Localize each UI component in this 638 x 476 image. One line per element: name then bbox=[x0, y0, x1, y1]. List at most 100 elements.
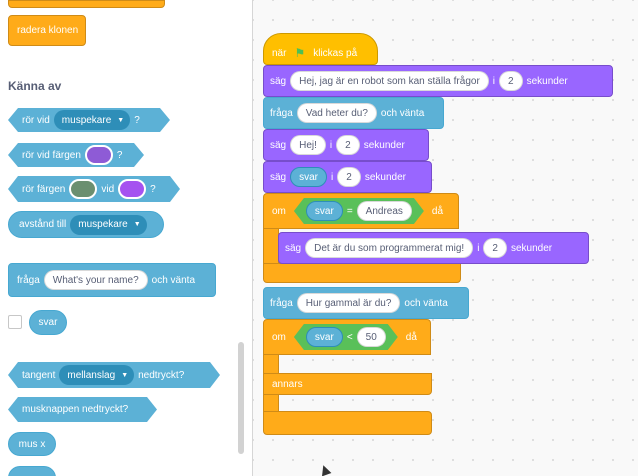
else-bar: annars bbox=[263, 373, 432, 395]
if-block-1[interactable]: om svar = Andreas då bbox=[263, 193, 459, 229]
distance-label: avstånd till bbox=[19, 219, 67, 230]
say-unit: sekunder bbox=[363, 139, 405, 151]
say-label: säg bbox=[270, 171, 287, 183]
if-else-arm-1 bbox=[263, 354, 279, 374]
color-picker-swatch-2[interactable] bbox=[118, 179, 146, 199]
hat-label-pre: när bbox=[272, 47, 287, 59]
question-mark: ? bbox=[116, 149, 123, 161]
say-for-secs-block-3[interactable]: säg svar i 2 sekunder bbox=[263, 161, 432, 193]
key-label: tangent bbox=[22, 369, 56, 381]
question-mark: ? bbox=[150, 183, 156, 195]
then-label: då bbox=[431, 205, 444, 217]
ask-label: fråga bbox=[270, 297, 293, 309]
mouse-down-label: musknappen nedtryckt? bbox=[22, 404, 129, 415]
color-touching-mid: vid bbox=[101, 183, 115, 195]
hat-label-post: klickas på bbox=[313, 47, 358, 59]
key-pressed-block[interactable]: tangent mellanslag ▼ nedtryckt? bbox=[8, 362, 220, 388]
chevron-down-icon: ▼ bbox=[117, 116, 125, 124]
say-label: säg bbox=[270, 75, 287, 87]
touching-object-dropdown[interactable]: muspekare ▼ bbox=[54, 110, 130, 130]
mouse-down-block[interactable]: musknappen nedtryckt? bbox=[8, 397, 157, 422]
distance-to-block[interactable]: avstånd till muspekare ▼ bbox=[8, 211, 164, 238]
if-label: om bbox=[272, 205, 286, 217]
chevron-down-icon: ▼ bbox=[133, 221, 141, 228]
color-picker-swatch-1[interactable] bbox=[69, 179, 97, 199]
equals-operator[interactable]: svar = Andreas bbox=[294, 198, 424, 224]
dropdown-value: muspekare bbox=[78, 219, 128, 230]
ask-text-input[interactable]: Hur gammal är du? bbox=[296, 293, 401, 313]
say-text-input[interactable]: Hej! bbox=[290, 135, 326, 155]
mouse-y-reporter-partial[interactable] bbox=[8, 466, 56, 476]
touching-color-block[interactable]: rör vid färgen ? bbox=[8, 143, 144, 167]
ask-label: fråga bbox=[17, 274, 40, 286]
compare-value-input[interactable]: 50 bbox=[357, 327, 386, 347]
say-for-secs-block-1[interactable]: säg Hej, jag är en robot som kan ställa … bbox=[263, 65, 613, 97]
palette-scrollbar[interactable] bbox=[238, 342, 244, 454]
say-i: i bbox=[329, 139, 333, 151]
ask-suffix: och vänta bbox=[404, 297, 448, 309]
say-secs-input[interactable]: 2 bbox=[336, 135, 360, 155]
mouse-x-label: mus x bbox=[18, 438, 46, 450]
say-for-secs-block-2[interactable]: säg Hej! i 2 sekunder bbox=[263, 129, 429, 161]
say-text-input[interactable]: Hej, jag är en robot som kan ställa fråg… bbox=[290, 71, 489, 91]
answer-reporter[interactable]: svar bbox=[306, 201, 343, 221]
say-secs-input[interactable]: 2 bbox=[483, 238, 507, 258]
if-else-foot bbox=[263, 411, 432, 435]
delete-clone-label: radera klonen bbox=[17, 25, 79, 36]
say-i: i bbox=[477, 242, 480, 254]
operator-symbol: = bbox=[346, 205, 353, 217]
say-text-input[interactable]: Det är du som programmerat mig! bbox=[305, 238, 474, 258]
say-label: säg bbox=[285, 242, 302, 254]
answer-monitor-checkbox[interactable] bbox=[8, 315, 22, 329]
less-than-operator[interactable]: svar < 50 bbox=[294, 324, 398, 350]
say-secs-input[interactable]: 2 bbox=[337, 167, 361, 187]
touching-label: rör vid bbox=[22, 114, 50, 126]
delete-clone-block[interactable]: radera klonen bbox=[8, 15, 86, 46]
say-label: säg bbox=[270, 139, 287, 151]
key-suffix: nedtryckt? bbox=[138, 369, 185, 381]
script-workspace[interactable]: när ⚑ klickas på säg Hej, jag är en robo… bbox=[253, 0, 638, 476]
compare-value-input[interactable]: Andreas bbox=[357, 201, 412, 221]
green-flag-icon: ⚑ bbox=[294, 46, 306, 60]
key-dropdown[interactable]: mellanslag ▼ bbox=[59, 365, 134, 385]
ask-suffix: och vänta bbox=[380, 107, 425, 119]
say-i: i bbox=[492, 75, 496, 87]
answer-reporter[interactable]: svar bbox=[29, 310, 67, 335]
if-label: om bbox=[272, 331, 286, 343]
color-touching-color-block[interactable]: rör färgen vid ? bbox=[8, 176, 180, 202]
say-unit: sekunder bbox=[510, 242, 553, 254]
question-mark: ? bbox=[134, 114, 140, 126]
ask-and-wait-block-1[interactable]: fråga Vad heter du? och vänta bbox=[263, 97, 444, 129]
block-palette: radera klonen Känna av rör vid muspekare… bbox=[0, 0, 253, 476]
control-block-fragment[interactable] bbox=[8, 0, 165, 8]
say-unit: sekunder bbox=[526, 75, 568, 87]
operator-symbol: < bbox=[346, 331, 353, 343]
if-block-1-foot bbox=[263, 263, 461, 283]
answer-reporter[interactable]: svar bbox=[290, 167, 328, 187]
when-flag-clicked-hat[interactable]: när ⚑ klickas på bbox=[263, 33, 378, 65]
color-touching-label: rör färgen bbox=[22, 183, 66, 195]
say-for-secs-block-4[interactable]: säg Det är du som programmerat mig! i 2 … bbox=[278, 232, 589, 264]
touching-block[interactable]: rör vid muspekare ▼ ? bbox=[8, 108, 170, 132]
if-else-arm-2 bbox=[263, 394, 279, 412]
ask-text-input[interactable]: Vad heter du? bbox=[296, 103, 377, 123]
ask-and-wait-block-2[interactable]: fråga Hur gammal är du? och vänta bbox=[263, 287, 469, 319]
then-label: då bbox=[405, 331, 417, 343]
say-i: i bbox=[331, 171, 334, 183]
dropdown-value: mellanslag bbox=[67, 369, 116, 381]
ask-and-wait-block[interactable]: fråga What's your name? och vänta bbox=[8, 263, 216, 297]
mouse-x-reporter[interactable]: mus x bbox=[8, 432, 56, 456]
say-unit: sekunder bbox=[364, 171, 406, 183]
distance-object-dropdown[interactable]: muspekare ▼ bbox=[70, 214, 147, 235]
touching-color-label: rör vid färgen bbox=[22, 149, 81, 161]
say-secs-input[interactable]: 2 bbox=[499, 71, 523, 91]
color-picker-swatch[interactable] bbox=[85, 145, 113, 165]
else-label: annars bbox=[272, 378, 303, 390]
ask-question-input[interactable]: What's your name? bbox=[43, 270, 148, 290]
if-else-block[interactable]: om svar < 50 då bbox=[263, 319, 431, 355]
ask-label: fråga bbox=[270, 107, 293, 119]
category-sensing-label: Känna av bbox=[8, 79, 62, 93]
answer-reporter[interactable]: svar bbox=[306, 327, 343, 347]
ask-suffix: och vänta bbox=[151, 274, 196, 286]
if-block-1-arm bbox=[263, 228, 279, 264]
